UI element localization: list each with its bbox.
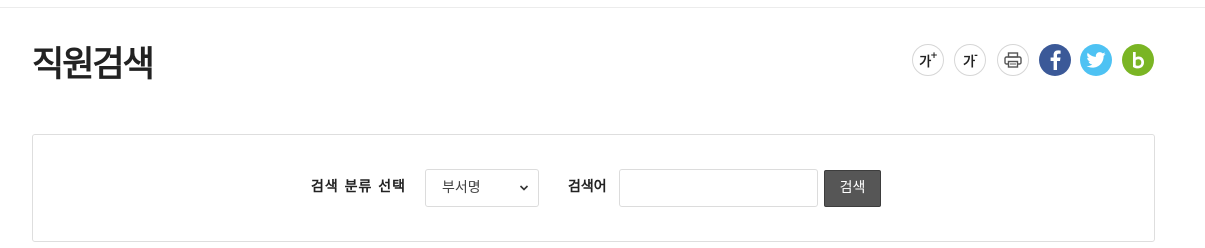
font-increase-button[interactable]: 가+	[912, 44, 944, 76]
search-panel: 검색 분류 선택 부서명 검색어 검색	[32, 134, 1155, 242]
keyword-label: 검색어	[568, 179, 607, 195]
chevron-down-icon	[519, 185, 529, 191]
page-title: 직원검색	[32, 45, 155, 85]
category-select[interactable]: 부서명	[425, 169, 539, 207]
search-button[interactable]: 검색	[824, 170, 881, 207]
font-decrease-text: 가	[963, 54, 975, 70]
font-increase-sign: +	[930, 51, 937, 62]
band-share-button[interactable]	[1122, 44, 1154, 76]
font-increase-icon: 가+	[919, 51, 937, 70]
top-divider	[0, 7, 1205, 8]
print-icon	[1004, 52, 1022, 68]
font-decrease-sign: -	[974, 51, 978, 62]
facebook-icon	[1050, 50, 1061, 70]
font-decrease-button[interactable]: 가-	[954, 44, 986, 76]
font-increase-text: 가	[919, 54, 931, 70]
twitter-share-button[interactable]	[1080, 44, 1112, 76]
facebook-share-button[interactable]	[1039, 44, 1071, 76]
twitter-icon	[1086, 52, 1106, 68]
print-button[interactable]	[997, 44, 1029, 76]
band-icon	[1133, 52, 1144, 69]
category-selected-value: 부서명	[442, 180, 481, 196]
keyword-input[interactable]	[619, 169, 818, 207]
category-label: 검색 분류 선택	[311, 179, 407, 195]
font-decrease-icon: 가-	[963, 51, 978, 70]
